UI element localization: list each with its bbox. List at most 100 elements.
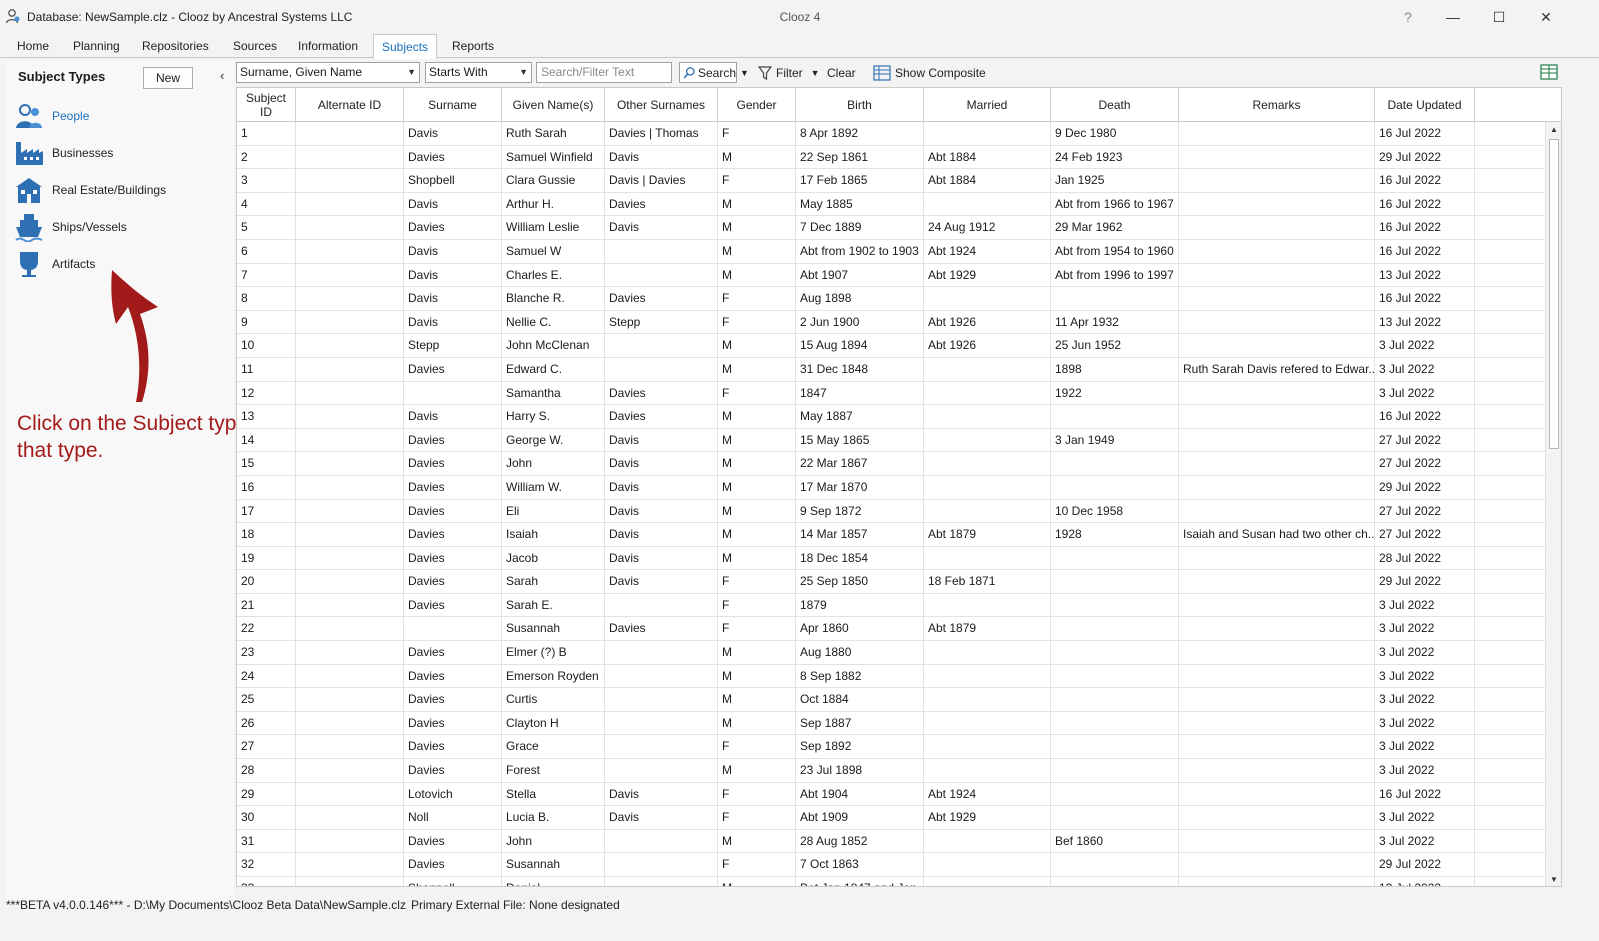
- table-row[interactable]: 26 Davies Clayton H M Sep 1887 3 Jul 2022: [237, 711, 1546, 736]
- table-row[interactable]: 22 Susannah Davies F Apr 1860 Abt 1879 3 Jul 2…: [237, 617, 1546, 642]
- cell-gender: F: [718, 381, 796, 405]
- tab-sources[interactable]: Sources: [225, 37, 285, 58]
- table-row[interactable]: 9 Davis Nellie C. Stepp F 2 Jun 1900 Abt 1926 1…: [237, 310, 1546, 335]
- column-header-subject-id[interactable]: Subject ID: [237, 88, 296, 122]
- column-header-surname[interactable]: Surname: [404, 88, 502, 122]
- cell-surname: Lotovich: [404, 782, 502, 806]
- cell-married: [924, 877, 1051, 886]
- minimize-button[interactable]: —: [1430, 0, 1476, 34]
- cell-other-surnames: [605, 853, 718, 877]
- cell-death: Abt from 1954 to 1960: [1051, 239, 1179, 263]
- table-row[interactable]: 21 Davies Sarah E. F 1879 3 Jul 2022: [237, 593, 1546, 618]
- column-header-death[interactable]: Death: [1051, 88, 1179, 122]
- table-row[interactable]: 2 Davies Samuel Winfield Davis M 22 Sep 1861 A…: [237, 145, 1546, 170]
- table-row[interactable]: 4 Davis Arthur H. Davies M May 1885 Abt from 1…: [237, 192, 1546, 217]
- scroll-up-icon[interactable]: ▲: [1546, 122, 1561, 138]
- table-row[interactable]: 25 Davies Curtis M Oct 1884 3 Jul 2022: [237, 688, 1546, 712]
- table-row[interactable]: 30 Noll Lucia B. Davis F Abt 1909 Abt 1929 3 Ju…: [237, 806, 1546, 830]
- clear-button[interactable]: Clear: [827, 62, 856, 83]
- maximize-button[interactable]: ☐: [1476, 0, 1522, 34]
- search-button[interactable]: Search: [679, 62, 737, 83]
- cell-married: [924, 452, 1051, 476]
- table-row[interactable]: 18 Davies Isaiah Davis M 14 Mar 1857 Abt 1879 1…: [237, 523, 1546, 547]
- column-header-married[interactable]: Married: [924, 88, 1051, 122]
- cell-other-surnames: [605, 593, 718, 617]
- subject-type-label: Ships/Vessels: [52, 220, 127, 234]
- table-row[interactable]: 33 ShoppellDaniel MBet Jan 1847 and Jan 13 …: [237, 877, 1546, 886]
- table-row[interactable]: 6 Davis Samuel W M Abt from 1902 to 1903 Abt …: [237, 239, 1546, 264]
- table-row[interactable]: 27 Davies Grace F Sep 1892 3 Jul 2022: [237, 735, 1546, 760]
- cell-alternate-id: [296, 688, 404, 712]
- table-row[interactable]: 31 Davies John M 28 Aug 1852 Bef 1860 3 Jul 20…: [237, 829, 1546, 854]
- table-row[interactable]: 28 Davies Forest M 23 Jul 1898 3 Jul 2022: [237, 759, 1546, 783]
- cell-given-names: Blanche R.: [502, 287, 605, 311]
- column-header-remarks[interactable]: Remarks: [1179, 88, 1375, 122]
- subject-type-people[interactable]: People: [14, 100, 224, 132]
- subject-type-ships[interactable]: Ships/Vessels: [14, 211, 224, 243]
- cell-other-surnames: [605, 735, 718, 759]
- table-row[interactable]: 12 Samantha Davies F 1847 1922 3 Jul 2022: [237, 381, 1546, 406]
- collapse-panel-icon[interactable]: ‹: [220, 68, 224, 83]
- cell-given-names: Lucia B.: [502, 806, 605, 830]
- scroll-down-icon[interactable]: ▼: [1546, 872, 1561, 886]
- show-composite-button[interactable]: Show Composite: [873, 62, 986, 83]
- sort-select[interactable]: Surname, Given Name ▼: [236, 62, 420, 83]
- table-row[interactable]: 1 Davis Ruth Sarah Davies | Thomas F 8 Apr 18…: [237, 122, 1546, 146]
- help-button[interactable]: ?: [1385, 0, 1431, 34]
- cell-alternate-id: [296, 782, 404, 806]
- column-header-gender[interactable]: Gender: [718, 88, 796, 122]
- column-header-given-names[interactable]: Given Name(s): [502, 88, 605, 122]
- subject-type-real-estate[interactable]: Real Estate/Buildings: [14, 174, 224, 206]
- table-row[interactable]: 14 Davies George W. Davis M 15 May 1865 3 Jan …: [237, 428, 1546, 453]
- column-header-alternate-id[interactable]: Alternate ID: [296, 88, 404, 122]
- tab-home[interactable]: Home: [9, 37, 57, 58]
- cell-other-surnames: Davis: [605, 475, 718, 499]
- new-subject-button[interactable]: New: [143, 67, 193, 89]
- search-input[interactable]: Search/Filter Text: [536, 62, 672, 83]
- match-select[interactable]: Starts With ▼: [425, 62, 532, 83]
- cell-subject-id: 20: [237, 570, 296, 594]
- cell-remarks: [1179, 122, 1375, 145]
- table-row[interactable]: 11 Davies Edward C. M 31 Dec 1848 1898 Ruth Sa…: [237, 357, 1546, 382]
- tab-repositories[interactable]: Repositories: [134, 37, 217, 58]
- ship-icon: [14, 212, 44, 242]
- cell-surname: Davies: [404, 452, 502, 476]
- table-row[interactable]: 16 Davies William W. Davis M 17 Mar 1870 29 Ju…: [237, 475, 1546, 500]
- cell-surname: Shopbell: [404, 169, 502, 193]
- table-row[interactable]: 32 Davies Susannah F 7 Oct 1863 29 Jul 2022: [237, 853, 1546, 877]
- table-row[interactable]: 15 Davies John Davis M 22 Mar 1867 27 Jul 2022: [237, 452, 1546, 476]
- table-row[interactable]: 13 Davis Harry S. Davies M May 1887 16 Jul 202…: [237, 405, 1546, 429]
- table-row[interactable]: 23 Davies Elmer (?) B M Aug 1880 3 Jul 2022: [237, 641, 1546, 665]
- cell-birth: Apr 1860: [796, 617, 924, 641]
- search-options-chevron-icon[interactable]: ▼: [740, 62, 749, 83]
- tab-subjects[interactable]: Subjects: [373, 34, 438, 59]
- close-button[interactable]: ✕: [1523, 0, 1569, 34]
- tab-reports[interactable]: Reports: [444, 37, 502, 58]
- table-row[interactable]: 29 Lotovich Stella Davis F Abt 1904 Abt 1924 16…: [237, 782, 1546, 807]
- cell-gender: M: [718, 405, 796, 429]
- column-header-birth[interactable]: Birth: [796, 88, 924, 122]
- table-row[interactable]: 3 Shopbell Clara Gussie Davis | Davies F 17 F…: [237, 169, 1546, 193]
- table-row[interactable]: 7 Davis Charles E. M Abt 1907 Abt 1929 Abt fro…: [237, 263, 1546, 288]
- table-row[interactable]: 10 Stepp John McClenan M 15 Aug 1894 Abt 1926…: [237, 334, 1546, 358]
- table-row[interactable]: 20 Davies Sarah Davis F 25 Sep 1850 18 Feb 187…: [237, 570, 1546, 594]
- tab-information[interactable]: Information: [290, 37, 366, 58]
- table-row[interactable]: 5 Davies William Leslie Davis M 7 Dec 1889 24 …: [237, 216, 1546, 240]
- cell-married: Abt 1926: [924, 334, 1051, 358]
- vertical-scrollbar[interactable]: ▲ ▼: [1545, 122, 1561, 886]
- export-excel-icon[interactable]: [1540, 64, 1558, 80]
- scroll-thumb[interactable]: [1549, 139, 1559, 449]
- subject-type-businesses[interactable]: Businesses: [14, 137, 224, 169]
- table-row[interactable]: 24 Davies Emerson Royden M 8 Sep 1882 3 Jul 2…: [237, 664, 1546, 689]
- cell-alternate-id: [296, 357, 404, 381]
- grid-header: Subject ID Alternate ID Surname Given Name(…: [237, 88, 1561, 122]
- column-header-date-updated[interactable]: Date Updated: [1375, 88, 1475, 122]
- cell-married: [924, 688, 1051, 712]
- table-row[interactable]: 19 Davies Jacob Davis M 18 Dec 1854 28 Jul 202…: [237, 546, 1546, 571]
- table-row[interactable]: 8 Davis Blanche R. Davies F Aug 1898 16 Jul 20…: [237, 287, 1546, 311]
- column-header-other-surnames[interactable]: Other Surnames: [605, 88, 718, 122]
- filter-button[interactable]: Filter ▼: [758, 62, 820, 83]
- cell-date-updated: 13 Jul 2022: [1375, 310, 1475, 334]
- table-row[interactable]: 17 Davies Eli Davis M 9 Sep 1872 10 Dec 1958 27…: [237, 499, 1546, 524]
- tab-planning[interactable]: Planning: [65, 37, 128, 58]
